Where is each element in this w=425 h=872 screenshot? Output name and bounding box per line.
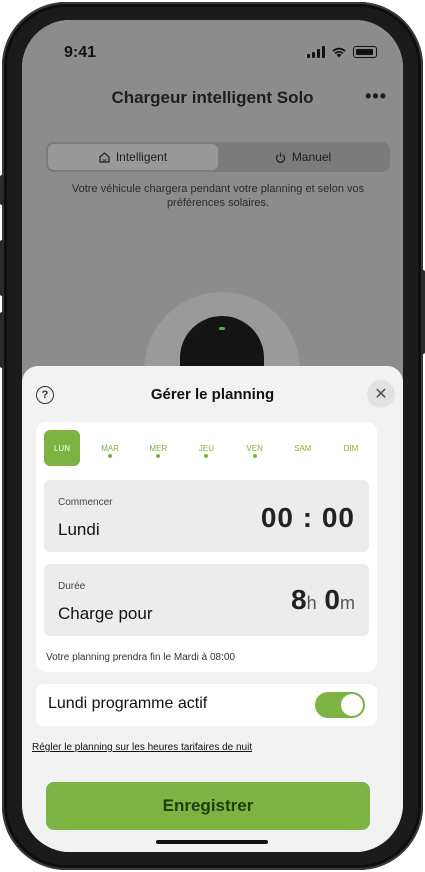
day-sam[interactable]: SAM [285, 432, 321, 472]
status-bar: 9:41 [22, 20, 403, 72]
minutes-unit: m [340, 593, 355, 613]
close-button[interactable]: ✕ [367, 380, 395, 408]
more-options-icon[interactable]: ••• [365, 86, 387, 107]
silent-switch [0, 175, 4, 205]
duration-label: Charge pour [58, 604, 153, 623]
close-icon: ✕ [374, 386, 388, 403]
day-dim[interactable]: DIM [333, 432, 369, 472]
mode-segmented-control: Intelligent Manuel [46, 142, 390, 172]
day-lun[interactable]: LUN [44, 430, 80, 472]
cellular-signal-icon [307, 46, 325, 58]
duration-value: 8h 0m [291, 584, 355, 616]
day-selector: LUN MAR MER JEU VEN SAM DIM [44, 430, 369, 472]
mode-manuel-tab[interactable]: Manuel [218, 144, 388, 170]
day-label: LUN [44, 430, 80, 466]
status-icons [307, 46, 377, 58]
battery-icon [353, 46, 377, 58]
start-time-field[interactable]: Commencer Lundi 00 : 00 [44, 480, 369, 552]
toggle-knob [341, 694, 363, 716]
start-caption: Commencer [58, 497, 113, 508]
active-schedule-row: Lundi programme actif [36, 684, 377, 726]
day-label: DIM [343, 443, 359, 453]
scheduled-dot [252, 454, 257, 458]
day-mar[interactable]: MAR [92, 432, 128, 472]
power-button [421, 270, 425, 354]
duration-minutes: 0 [324, 584, 340, 615]
home-indicator [156, 840, 268, 844]
mode-intelligent-label: Intelligent [115, 150, 168, 164]
power-icon [275, 152, 285, 163]
home-icon [99, 151, 110, 163]
hours-unit: h [306, 593, 317, 613]
day-label: MAR [101, 443, 120, 453]
schedule-end-note: Votre planning prendra fin le Mardi à 08… [46, 652, 236, 663]
start-time-value: 00 : 00 [260, 502, 355, 533]
day-label: SAM [294, 443, 312, 453]
night-tariff-link[interactable]: Régler le planning sur les heures tarifa… [32, 742, 252, 753]
day-ven[interactable]: VEN [237, 432, 273, 472]
charger-status-led [219, 327, 225, 330]
volume-down-button [0, 312, 4, 368]
duration-caption: Durée [58, 581, 86, 592]
page-title: Chargeur intelligent Solo [111, 88, 314, 107]
duration-field[interactable]: Durée Charge pour 8h 0m [44, 564, 369, 636]
save-button[interactable]: Enregistrer [46, 782, 370, 830]
start-day: Lundi [58, 520, 100, 539]
schedule-card: LUN MAR MER JEU VEN SAM DIM Commencer Lu… [36, 422, 377, 672]
volume-up-button [0, 240, 4, 296]
duration-hours: 8 [291, 584, 307, 615]
day-label: JEU [198, 443, 215, 453]
sheet-title: Gérer le planning [150, 386, 275, 403]
wifi-icon [332, 47, 346, 58]
day-label: MER [149, 443, 168, 453]
active-schedule-toggle[interactable] [315, 692, 365, 718]
active-schedule-label: Lundi programme actif [48, 695, 208, 712]
day-label: VEN [246, 443, 263, 453]
day-jeu[interactable]: JEU [188, 432, 224, 472]
mode-intelligent-tab[interactable]: Intelligent [48, 144, 218, 170]
phone-screen: 9:41 Chargeur intelligent Solo ••• Intel… [22, 20, 403, 852]
status-time: 9:41 [64, 44, 97, 61]
mode-description: Votre véhicule chargera pendant votre pl… [71, 183, 365, 209]
day-mer[interactable]: MER [140, 432, 176, 472]
schedule-bottom-sheet: ? Gérer le planning ✕ LUN MAR MER JEU VE… [22, 366, 403, 852]
mode-manuel-label: Manuel [291, 150, 332, 164]
